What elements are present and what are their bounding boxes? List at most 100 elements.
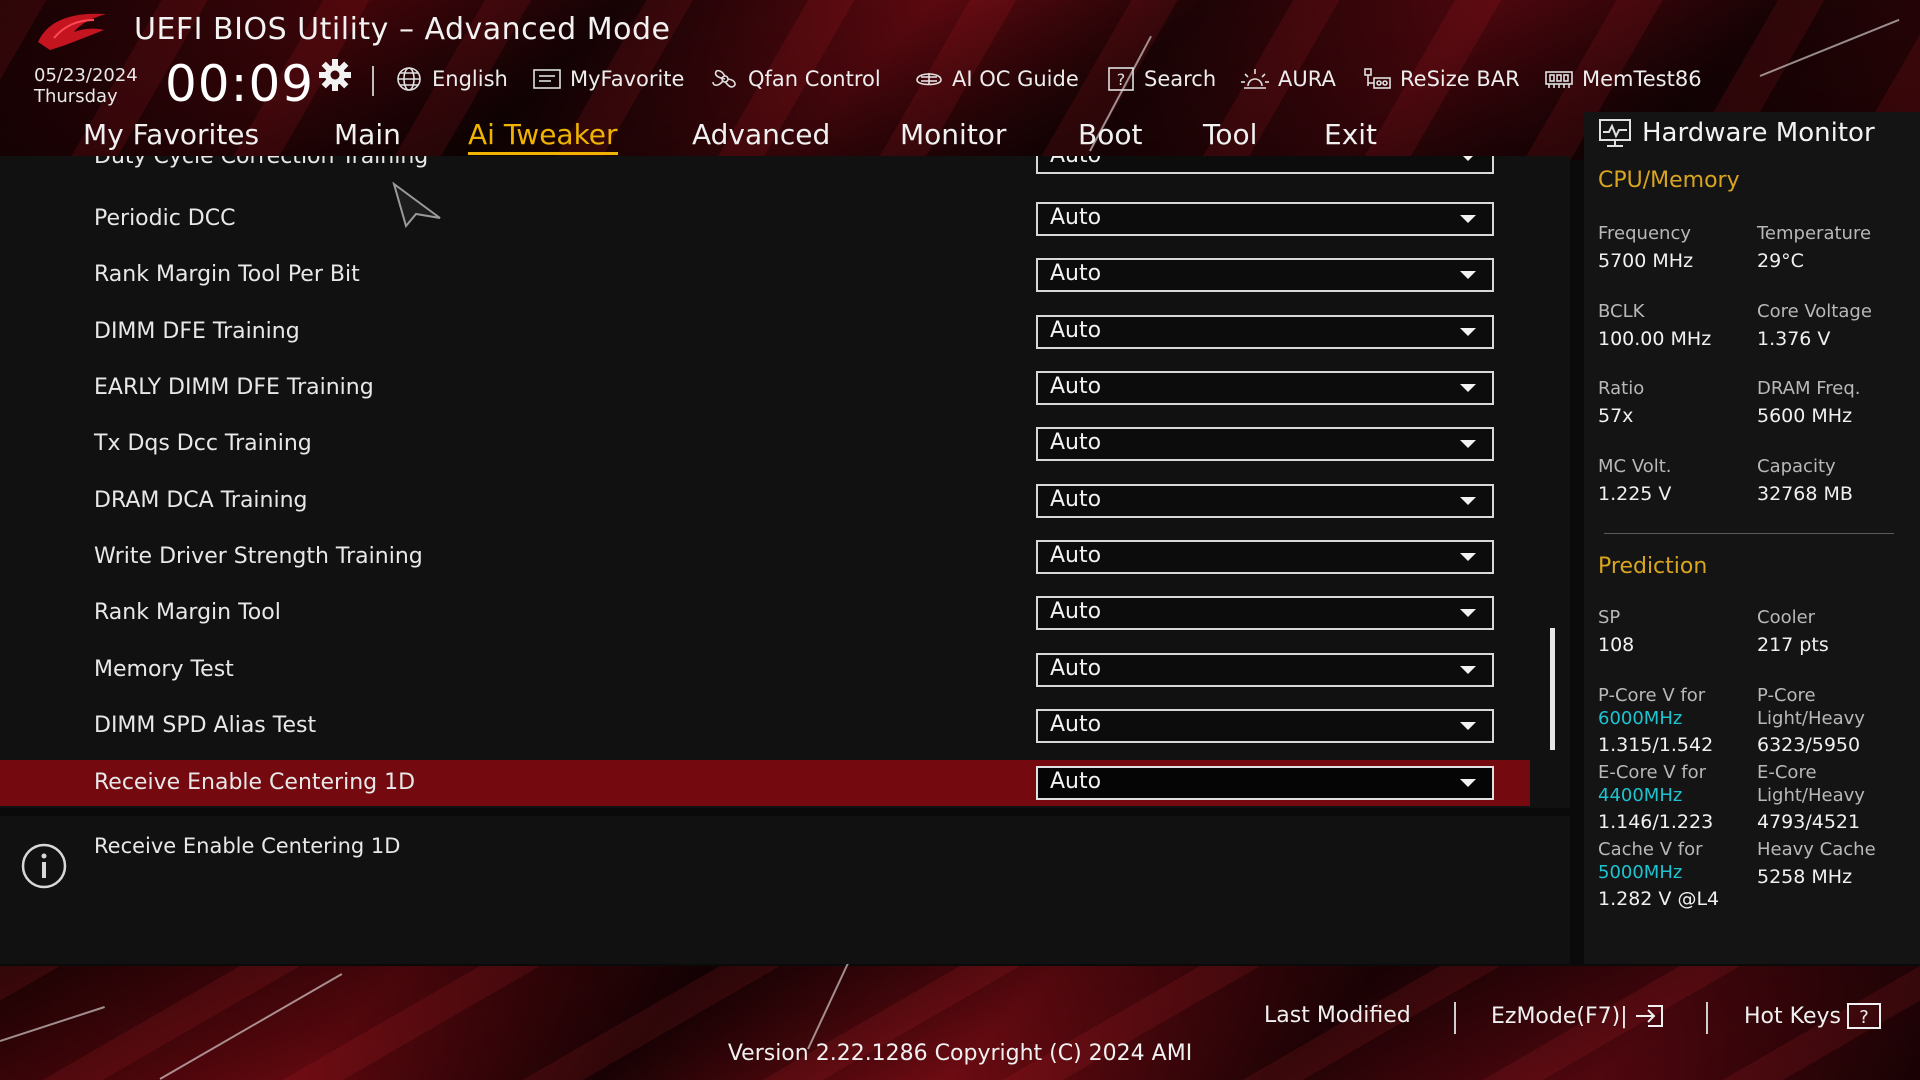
setting-dropdown[interactable]: Auto (1036, 315, 1494, 349)
setting-row-dimm-spd-alias-test[interactable]: DIMM SPD Alias Test Auto (0, 705, 1530, 751)
tab-tool[interactable]: Tool (1203, 118, 1257, 151)
tab-boot[interactable]: Boot (1078, 118, 1142, 151)
rog-logo-icon (38, 13, 106, 50)
cache-v-value: 1.282 V @L4 (1598, 888, 1720, 910)
exit-arrow-icon (1635, 1005, 1663, 1027)
tab-my-favorites[interactable]: My Favorites (83, 118, 259, 151)
chevron-down-icon (1460, 384, 1476, 392)
resize-bar-label: ReSize BAR (1400, 67, 1520, 91)
ecore-v-label: E-Core V for (1598, 762, 1707, 783)
dropdown-value: Auto (1050, 656, 1102, 681)
hardware-monitor-title: Hardware Monitor (1642, 118, 1875, 148)
setting-row-rank-margin-tool-per-bit[interactable]: Rank Margin Tool Per Bit Auto (0, 254, 1530, 300)
hot-keys-button[interactable]: Hot Keys ? (1744, 1003, 1881, 1029)
pcore-v-label: P-Core V for (1598, 685, 1706, 706)
setting-row-dram-dca-training[interactable]: DRAM DCA Training Auto (0, 480, 1530, 526)
chevron-down-icon (1460, 553, 1476, 561)
tab-main[interactable]: Main (334, 118, 401, 151)
settings-scrollbar[interactable] (1550, 628, 1555, 750)
pcore-light-heavy-value: 6323/5950 (1757, 734, 1861, 756)
last-modified-label: Last Modified (1264, 1003, 1411, 1028)
tab-ai-tweaker[interactable]: Ai Tweaker (468, 118, 618, 155)
setting-row-write-driver-strength-training[interactable]: Write Driver Strength Training Auto (0, 536, 1530, 582)
setting-dropdown[interactable]: Auto (1036, 596, 1494, 630)
resize-bar-button[interactable]: ReSize BAR (1362, 66, 1520, 92)
ai-oc-guide-button[interactable]: AI OC Guide (914, 66, 1079, 92)
setting-row-tx-dqs-dcc-training[interactable]: Tx Dqs Dcc Training Auto (0, 423, 1530, 469)
search-icon: ? (1108, 67, 1134, 91)
mc-volt-label: MC Volt. (1598, 456, 1672, 477)
chevron-down-icon (1460, 271, 1476, 279)
hardware-monitor-divider (1604, 533, 1894, 534)
setting-row-early-dimm-dfe-training[interactable]: EARLY DIMM DFE Training Auto (0, 367, 1530, 413)
setting-row-periodic-dcc[interactable]: Periodic DCC Auto (0, 198, 1530, 244)
setting-label: DRAM DCA Training (94, 488, 308, 513)
header-separator (372, 66, 374, 96)
chevron-down-icon (1460, 779, 1476, 787)
dropdown-value: Auto (1050, 543, 1102, 568)
mc-volt-value: 1.225 V (1598, 483, 1672, 505)
setting-dropdown[interactable]: Auto (1036, 653, 1494, 687)
ecore-light-heavy-value: 4793/4521 (1757, 811, 1861, 833)
setting-label: Duty Cycle Correction Training (94, 156, 429, 169)
myfavorite-button[interactable]: MyFavorite (532, 66, 684, 92)
setting-label: Rank Margin Tool Per Bit (94, 262, 360, 287)
dropdown-value: Auto (1050, 374, 1102, 399)
setting-dropdown[interactable]: Auto (1036, 156, 1494, 174)
bclk-value: 100.00 MHz (1598, 328, 1712, 350)
memtest-icon (1545, 71, 1573, 88)
dropdown-value: Auto (1050, 261, 1102, 286)
setting-dropdown[interactable]: Auto (1036, 484, 1494, 518)
settings-panel: Duty Cycle Correction Training Auto Peri… (0, 156, 1570, 808)
hot-keys-label: Hot Keys (1744, 1003, 1841, 1029)
dropdown-value: Auto (1050, 769, 1102, 794)
setting-dropdown[interactable]: Auto (1036, 766, 1494, 800)
search-button[interactable]: ? Search (1106, 66, 1216, 92)
setting-dropdown[interactable]: Auto (1036, 202, 1494, 236)
setting-row-dimm-dfe-training[interactable]: DIMM DFE Training Auto (0, 311, 1530, 357)
ezmode-button[interactable]: EzMode(F7)| (1491, 1003, 1664, 1029)
cache-v-frequency: 5000MHz (1598, 862, 1683, 883)
capacity-value: 32768 MB (1757, 483, 1853, 505)
setting-dropdown[interactable]: Auto (1036, 427, 1494, 461)
globe-icon (397, 67, 421, 91)
setting-label: Rank Margin Tool (94, 600, 281, 625)
cooler-label: Cooler (1757, 607, 1816, 628)
setting-dropdown[interactable]: Auto (1036, 258, 1494, 292)
setting-dropdown[interactable]: Auto (1036, 371, 1494, 405)
cache-v-label: Cache V for (1598, 839, 1703, 860)
setting-row-receive-enable-centering-1d[interactable]: Receive Enable Centering 1D Auto (0, 760, 1530, 806)
setting-row-duty-cycle-correction[interactable]: Duty Cycle Correction Training Auto (0, 156, 1530, 182)
qfan-control-button[interactable]: Qfan Control (710, 66, 881, 92)
dram-freq-label: DRAM Freq. (1757, 378, 1861, 399)
window-title: UEFI BIOS Utility – Advanced Mode (134, 12, 671, 47)
favorite-icon (533, 69, 561, 89)
tab-exit[interactable]: Exit (1324, 118, 1377, 151)
last-modified-button[interactable]: Last Modified (1264, 1003, 1411, 1028)
tab-monitor[interactable]: Monitor (900, 118, 1006, 151)
dropdown-value: Auto (1050, 318, 1102, 343)
setting-row-rank-margin-tool[interactable]: Rank Margin Tool Auto (0, 592, 1530, 638)
monitor-icon (1599, 119, 1631, 147)
dropdown-value: Auto (1050, 430, 1102, 455)
language-button[interactable]: English (394, 66, 508, 92)
tab-advanced[interactable]: Advanced (692, 118, 830, 151)
setting-dropdown[interactable]: Auto (1036, 540, 1494, 574)
info-icon (21, 843, 67, 889)
language-label: English (432, 67, 508, 91)
setting-row-memory-test[interactable]: Memory Test Auto (0, 649, 1530, 695)
footer-separator (1706, 1002, 1708, 1034)
ratio-value: 57x (1598, 405, 1634, 427)
setting-dropdown[interactable]: Auto (1036, 709, 1494, 743)
clock-display[interactable]: 00:09 (165, 56, 314, 112)
aura-button[interactable]: AURA (1240, 66, 1336, 92)
memtest86-button[interactable]: MemTest86 (1544, 66, 1702, 92)
gear-icon[interactable] (318, 58, 352, 92)
cpu-memory-heading: CPU/Memory (1598, 168, 1740, 193)
sp-value: 108 (1598, 634, 1635, 656)
setting-label: Tx Dqs Dcc Training (94, 431, 312, 456)
ai-oc-guide-label: AI OC Guide (952, 67, 1079, 91)
dropdown-value: Auto (1050, 156, 1101, 168)
chevron-down-icon (1460, 328, 1476, 336)
setting-label: DIMM SPD Alias Test (94, 713, 317, 738)
